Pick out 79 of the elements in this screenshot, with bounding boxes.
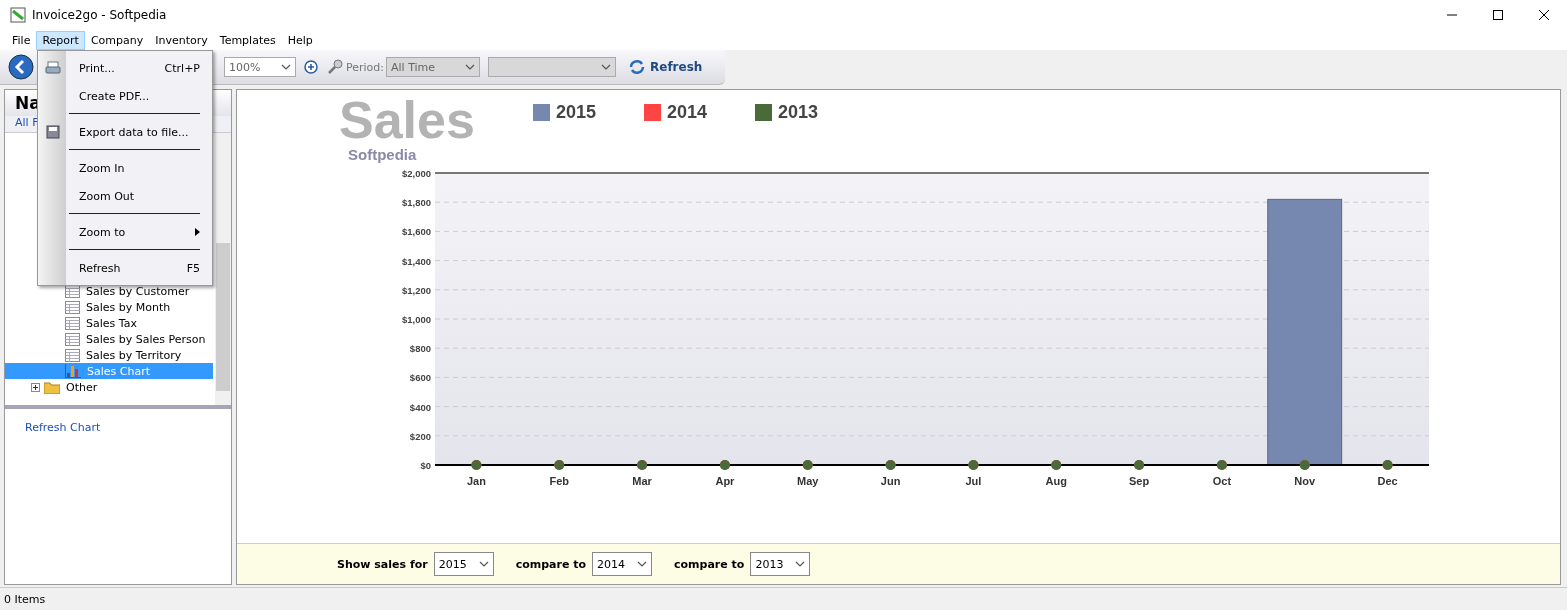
- axis-label: $1,400: [401, 255, 431, 267]
- table-icon: [65, 348, 80, 362]
- axis-label: Jan: [466, 475, 486, 487]
- axis-label: Mar: [632, 475, 652, 487]
- year-dropdown[interactable]: 2013: [750, 552, 811, 576]
- refresh-icon: [628, 58, 646, 76]
- axis-label: Oct: [1212, 475, 1232, 487]
- caret-icon: [795, 561, 806, 567]
- axis-label: Aug: [1045, 475, 1067, 487]
- axis-label: $600: [409, 372, 431, 384]
- refresh-chart-link[interactable]: Refresh Chart: [5, 409, 231, 434]
- zoom-in-icon[interactable]: [304, 60, 318, 74]
- close-icon: [1539, 10, 1549, 20]
- axis-label: Dec: [1377, 475, 1398, 487]
- axis-label: Nov: [1294, 475, 1316, 487]
- menu-item[interactable]: Company: [84, 30, 150, 50]
- menu-item[interactable]: Zoom In: [38, 154, 212, 182]
- caret-icon: [637, 561, 648, 567]
- window-title: Invoice2go - Softpedia: [32, 8, 168, 22]
- axis-label: $1,200: [401, 284, 431, 296]
- chart-subtitle: Softpedia: [347, 146, 418, 163]
- expand-icon[interactable]: [31, 382, 40, 392]
- year-dropdown[interactable]: 2014: [592, 552, 653, 576]
- scrollbar[interactable]: [215, 133, 231, 405]
- submenu-arrow-icon: [195, 228, 200, 236]
- axis-label: $800: [409, 343, 431, 355]
- menu-item[interactable]: File: [6, 30, 37, 50]
- axis-label: $1,000: [401, 314, 431, 325]
- menu-item[interactable]: Refresh F5: [38, 254, 212, 282]
- axis-label: Jul: [965, 475, 982, 487]
- filter-label: Show sales for: [337, 557, 428, 571]
- filter-label: compare to: [674, 557, 745, 571]
- table-icon: [65, 300, 80, 314]
- tree-item[interactable]: Sales by Month: [5, 299, 213, 315]
- menu-item[interactable]: Report: [36, 30, 85, 50]
- app-icon: [10, 7, 26, 23]
- legend-label: 2015: [555, 102, 596, 123]
- menu-item[interactable]: Templates: [213, 30, 282, 50]
- menu-item[interactable]: Zoom Out: [38, 182, 212, 210]
- axis-label: Apr: [715, 475, 735, 487]
- bar-chart-icon: [65, 364, 81, 378]
- axis-label: $1,800: [401, 197, 431, 209]
- table-icon: [65, 316, 80, 330]
- legend-label: 2014: [666, 102, 707, 123]
- axis-label: Jun: [880, 475, 901, 487]
- axis-label: $0: [420, 460, 431, 471]
- axis-label: $2,000: [401, 168, 431, 179]
- axis-label: Sep: [1129, 475, 1150, 487]
- filter-label: compare to: [515, 557, 587, 571]
- chart-title: Sales: [339, 94, 475, 146]
- status-text: 0 Items: [4, 592, 46, 606]
- refresh-button[interactable]: Refresh: [624, 56, 707, 78]
- table-icon: [65, 332, 80, 346]
- caret-icon: [281, 64, 291, 70]
- period-dropdown[interactable]: All Time: [386, 57, 480, 77]
- menu-item[interactable]: Help: [281, 30, 319, 50]
- period-label: Period:: [346, 60, 384, 74]
- caret-icon: [478, 561, 489, 567]
- tree-item[interactable]: Sales by Sales Person: [5, 331, 213, 347]
- axis-label: Feb: [549, 475, 570, 487]
- caret-icon: [465, 64, 475, 70]
- axis-label: $200: [409, 430, 431, 442]
- menu-item[interactable]: Export data to file...: [38, 118, 212, 146]
- tree-item[interactable]: Other: [5, 379, 213, 395]
- caret-icon: [601, 64, 611, 70]
- zoom-dropdown[interactable]: 100%: [224, 57, 296, 77]
- back-icon[interactable]: [8, 54, 34, 80]
- menu-item[interactable]: Print... Ctrl+P: [38, 54, 212, 82]
- axis-label: May: [797, 475, 819, 487]
- menu-item[interactable]: Inventory: [149, 30, 214, 50]
- printer-icon: [45, 60, 61, 76]
- axis-label: $1,600: [401, 226, 431, 238]
- legend-label: 2013: [778, 102, 819, 123]
- tree-item[interactable]: Sales by Territory: [5, 347, 213, 363]
- tree-item[interactable]: Sales Tax: [5, 315, 213, 331]
- menu-item[interactable]: Zoom to: [38, 218, 212, 246]
- axis-label: $400: [409, 401, 431, 413]
- maximize-icon: [1493, 10, 1503, 20]
- year-dropdown[interactable]: 2015: [433, 552, 494, 576]
